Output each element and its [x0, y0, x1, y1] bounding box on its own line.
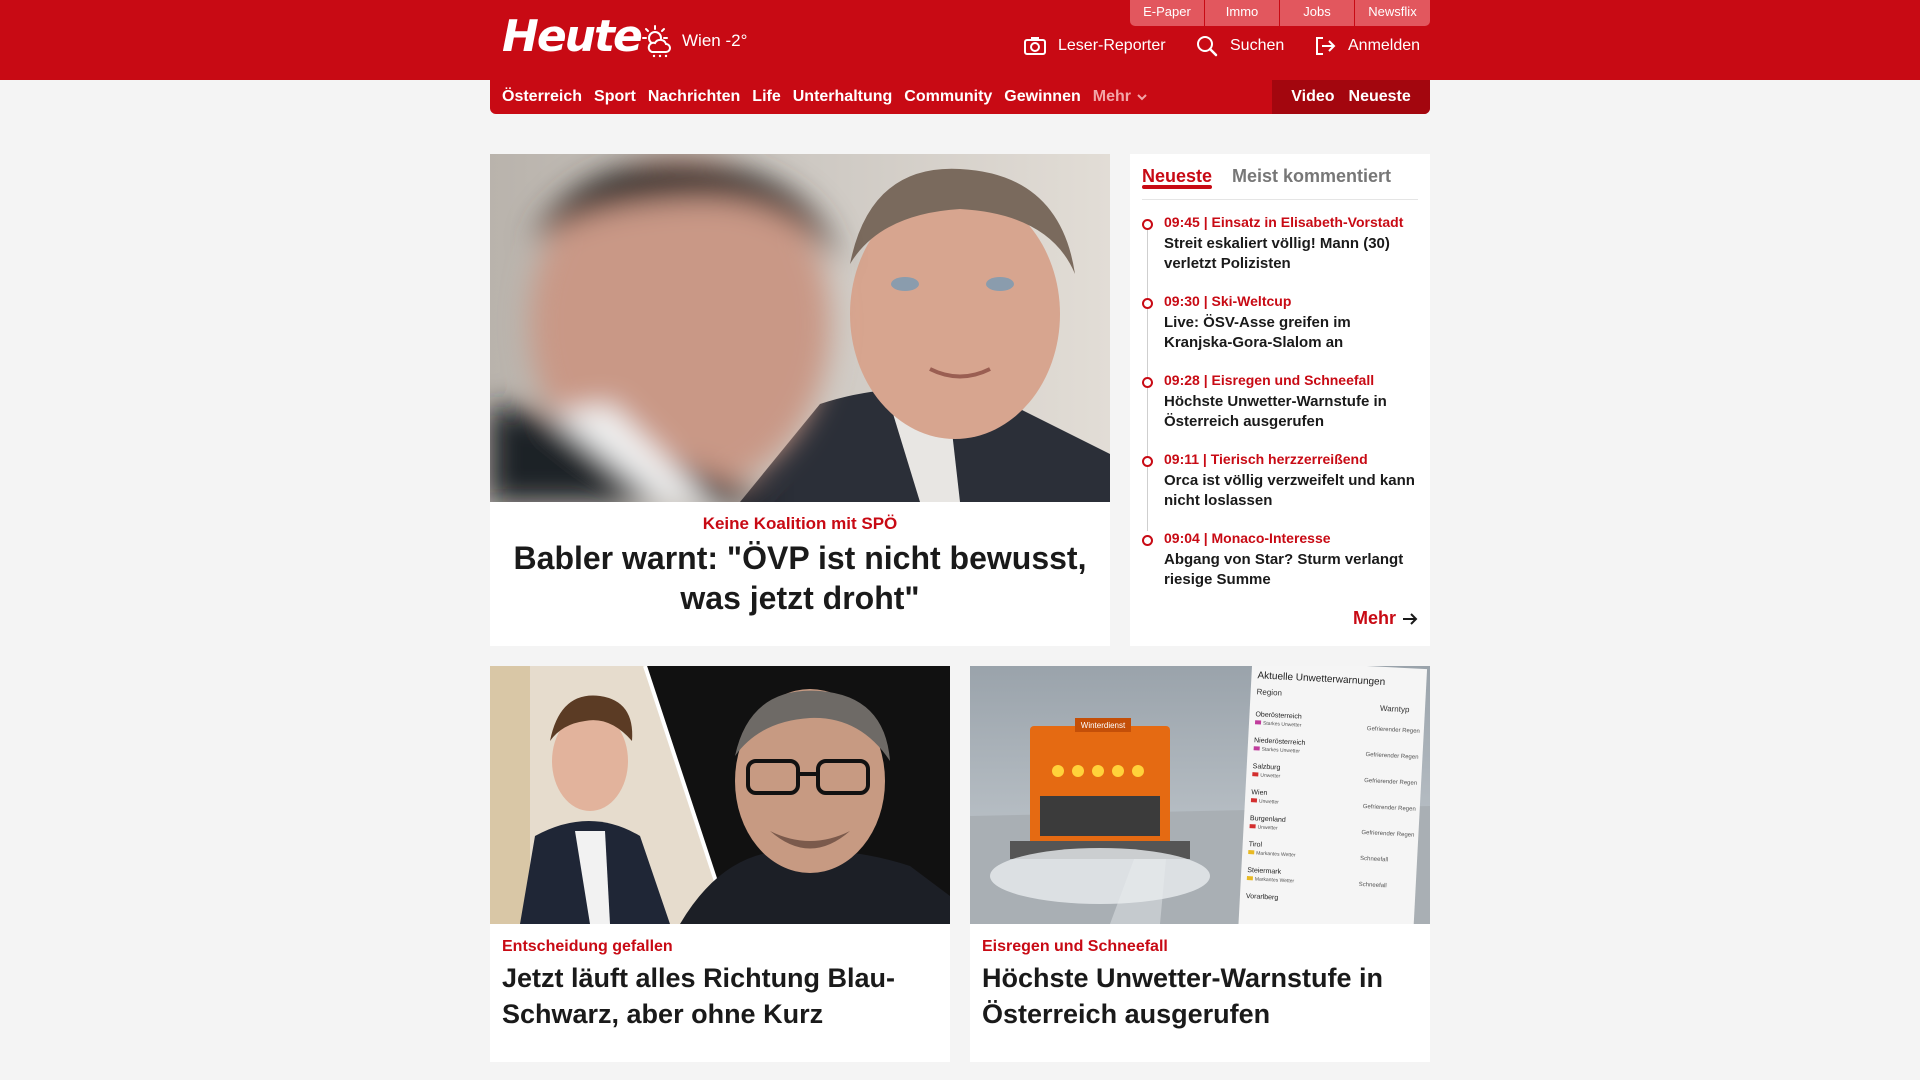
card-image[interactable]: Winterdienst Aktuelle Unwetterwarnungen … — [970, 666, 1430, 924]
leser-reporter-label: Leser-Reporter — [1058, 37, 1166, 54]
nav-item-gewinnen[interactable]: Gewinnen — [1004, 88, 1080, 106]
nav-item-neueste[interactable]: Neueste — [1349, 88, 1411, 106]
active-tab-indicator — [1142, 185, 1212, 189]
tab-neueste-label: Neueste — [1142, 166, 1213, 186]
login-icon — [1316, 37, 1336, 55]
nav-item-nachrichten[interactable]: Nachrichten — [648, 88, 740, 106]
row-region: Salzburg — [1253, 763, 1281, 771]
row-level: Unwetter — [1260, 773, 1281, 780]
search-icon — [1197, 36, 1218, 57]
top-tab-epaper[interactable]: E-Paper — [1130, 0, 1205, 26]
nav-item-video[interactable]: Video — [1291, 88, 1334, 106]
nav-item-life[interactable]: Life — [752, 88, 780, 106]
row-region: Wien — [1251, 789, 1267, 797]
sidebar-more-link[interactable]: Mehr — [1353, 608, 1418, 629]
card-headline[interactable]: Höchste Unwetter-Warnstufe in Österreich… — [982, 960, 1418, 1032]
top-tabs: E-Paper Immo Jobs Newsflix — [1130, 0, 1430, 26]
item-title[interactable]: Streit eskaliert völlig! Mann (30) verle… — [1164, 234, 1422, 274]
top-tab-jobs[interactable]: Jobs — [1280, 0, 1355, 26]
nav-item-sport[interactable]: Sport — [594, 88, 636, 106]
arrow-right-icon — [1403, 612, 1418, 625]
warning-table: Aktuelle Unwetterwarnungen Region Warnty… — [1238, 666, 1428, 924]
login-label: Anmelden — [1348, 37, 1421, 54]
nav-more-label: Mehr — [1092, 88, 1131, 105]
timeline-dot — [1142, 456, 1153, 467]
row-level: Unwetter — [1257, 825, 1278, 832]
card-headline[interactable]: Jetzt läuft alles Richtung Blau-Schwarz,… — [502, 960, 938, 1032]
warning-level-marker — [1253, 746, 1260, 751]
tab-meist-kommentiert[interactable]: Meist kommentiert — [1232, 166, 1391, 187]
item-meta: 09:45 | Einsatz in Elisabeth-Vorstadt — [1164, 214, 1404, 230]
login-button[interactable]: Anmelden — [1314, 34, 1420, 58]
card-image[interactable] — [490, 666, 950, 924]
row-region: Tirol — [1248, 841, 1262, 849]
top-tab-newsflix[interactable]: Newsflix — [1355, 0, 1430, 26]
warning-level-marker — [1248, 850, 1255, 855]
item-title[interactable]: Abgang von Star? Sturm verlangt riesige … — [1164, 550, 1422, 590]
top-tab-immo[interactable]: Immo — [1205, 0, 1280, 26]
item-title[interactable]: Orca ist völlig verzweifelt und kann nic… — [1164, 471, 1422, 511]
search-label: Suchen — [1230, 37, 1285, 54]
card-kicker: Entscheidung gefallen — [502, 938, 673, 955]
nav-more-dropdown[interactable]: Mehr — [1093, 88, 1149, 106]
article-card[interactable]: Entscheidung gefallen Jetzt läuft alles … — [490, 666, 950, 1062]
weather-sun-icon — [642, 25, 671, 58]
top-bar: Heute Wien -2° E-Paper Immo Jobs Newsfli… — [0, 0, 1920, 80]
card-kicker: Eisregen und Schneefall — [982, 938, 1168, 955]
hero-kicker: Keine Koalition mit SPÖ — [702, 514, 898, 533]
warning-level-marker — [1250, 798, 1258, 803]
nav-right-group: Video Neueste — [1272, 80, 1430, 114]
weather-label: Wien -2° — [682, 31, 748, 50]
timeline-dot — [1142, 377, 1153, 388]
warning-level-marker — [1254, 720, 1262, 725]
camera-icon — [1024, 37, 1046, 55]
item-title[interactable]: Höchste Unwetter-Warnstufe in Österreich… — [1164, 392, 1422, 432]
tab-neueste[interactable]: Neueste — [1142, 166, 1213, 189]
warning-level-marker — [1249, 824, 1256, 829]
sidebar-tabs: Neueste Meist kommentiert — [1142, 164, 1418, 200]
article-card[interactable]: Winterdienst Aktuelle Unwetterwarnungen … — [970, 666, 1430, 1062]
timeline-dot — [1142, 535, 1153, 546]
nav-item-community[interactable]: Community — [904, 88, 992, 106]
warning-level-marker — [1246, 876, 1253, 881]
item-meta: 09:28 | Eisregen und Schneefall — [1164, 372, 1375, 388]
nav-item-oesterreich[interactable]: Österreich — [502, 88, 582, 106]
search-button[interactable]: Suchen — [1196, 34, 1284, 58]
hero-article[interactable]: Keine Koalition mit SPÖ Babler warnt: "Ö… — [490, 154, 1110, 646]
warning-table-header-region: Region — [1256, 687, 1282, 697]
warning-level-marker — [1252, 772, 1259, 777]
weather-widget[interactable]: Wien -2° — [640, 24, 747, 58]
sidebar-more-label: Mehr — [1352, 608, 1396, 628]
hero-image[interactable] — [490, 154, 1110, 502]
timeline-dot — [1142, 219, 1153, 230]
item-meta: 09:11 | Tierisch herzzerreißend — [1164, 451, 1368, 467]
leser-reporter-button[interactable]: Leser-Reporter — [1024, 34, 1166, 58]
news-sidebar: Neueste Meist kommentiert 09:45 | Einsat… — [1130, 154, 1430, 646]
item-title[interactable]: Live: ÖSV-Asse greifen im Kranjska-Gora-… — [1164, 313, 1422, 353]
item-meta: 09:04 | Monaco-Interesse — [1164, 530, 1331, 546]
vehicle-label: Winterdienst — [1081, 721, 1126, 730]
row-level: Unwetter — [1259, 799, 1280, 806]
timeline-dot — [1142, 298, 1153, 309]
heute-logo[interactable]: Heute — [502, 12, 643, 62]
warning-table-header-warntyp: Warntyp — [1380, 704, 1410, 715]
item-meta: 09:30 | Ski-Weltcup — [1164, 293, 1292, 309]
chevron-down-icon — [1137, 94, 1147, 101]
main-nav: Österreich Sport Nachrichten Life Unterh… — [490, 80, 1430, 114]
nav-item-unterhaltung[interactable]: Unterhaltung — [793, 88, 893, 106]
hero-headline[interactable]: Babler warnt: "ÖVP ist nicht bewusst, wa… — [500, 538, 1100, 618]
